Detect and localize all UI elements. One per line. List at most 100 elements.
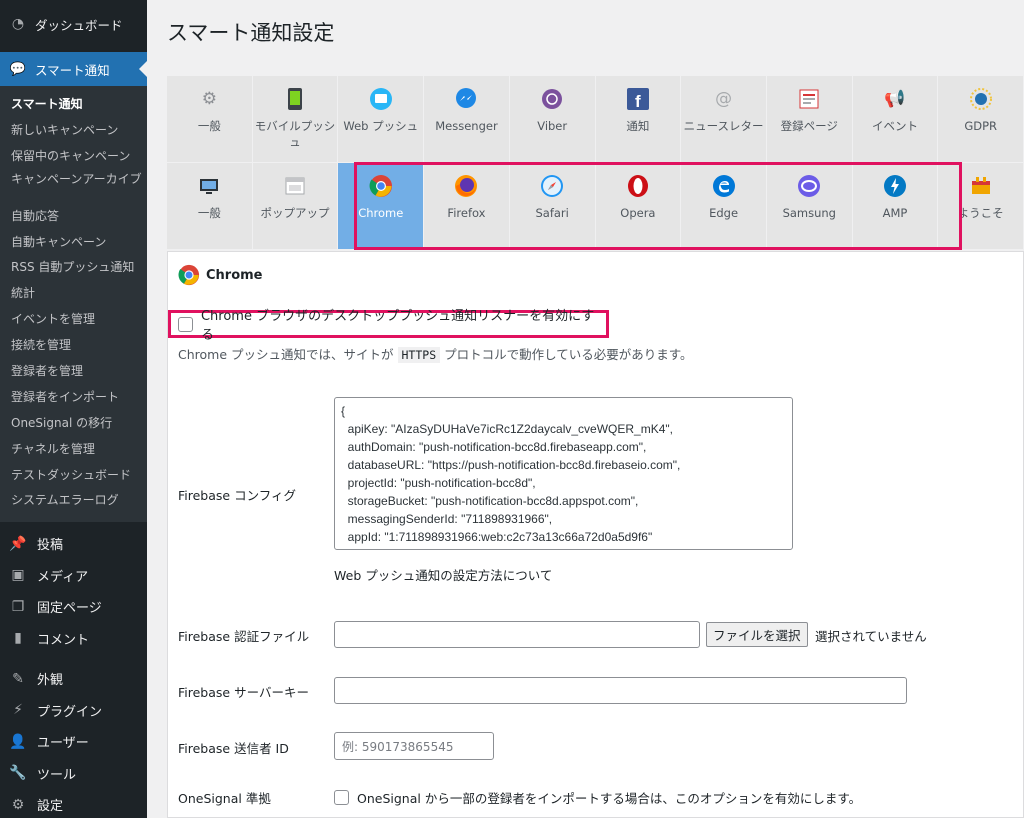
sidebar-item-media[interactable]: ▣ メディア xyxy=(0,560,147,592)
submenu-item[interactable]: OneSignal の移行 xyxy=(0,411,147,437)
submenu-item[interactable]: キャンペーンアーカイブ xyxy=(0,170,147,204)
enable-chrome-checkbox[interactable] xyxy=(178,316,193,332)
chrome-settings-panel: Chrome Chrome ブラウザのデスクトッププッシュ通知リスナーを有効にす… xyxy=(167,251,1024,818)
sidebar-item-comments[interactable]: ▮ コメント xyxy=(0,623,147,655)
submenu-item[interactable]: 新しいキャンペーン xyxy=(0,118,147,144)
admin-sidebar: ◔ ダッシュボード 💬 スマート通知 スマート通知 新しいキャンペーン 保留中の… xyxy=(0,0,147,818)
tab-registration-page[interactable]: 登録ページ xyxy=(766,76,852,162)
form-icon xyxy=(796,86,822,112)
sidebar-item-users[interactable]: 👤 ユーザー xyxy=(0,726,147,758)
submenu-item[interactable]: チャネルを管理 xyxy=(0,437,147,463)
tab-viber[interactable]: Viber xyxy=(509,76,595,162)
submenu-item[interactable]: 自動応答 xyxy=(0,204,147,230)
comment-icon: ▮ xyxy=(14,630,22,647)
sidebar-item-posts[interactable]: 📌 投稿 xyxy=(0,528,147,560)
desktop-gear-icon xyxy=(196,173,222,199)
sidebar-item-label: ダッシュボード xyxy=(35,17,123,33)
tab-label: Messenger xyxy=(435,119,498,133)
tab-label: Edge xyxy=(709,206,739,220)
tab-browser-general[interactable]: 一般 xyxy=(167,163,252,249)
sidebar-item-label: ユーザー xyxy=(37,736,89,752)
auth-file-input[interactable] xyxy=(334,621,700,648)
tab-notification[interactable]: f 通知 xyxy=(595,76,681,162)
media-icon: ▣ xyxy=(11,567,25,584)
enable-chrome-listener-option[interactable]: Chrome ブラウザのデスクトッププッシュ通知リスナーを有効にする xyxy=(168,309,609,343)
sidebar-item-tools[interactable]: 🔧 ツール xyxy=(0,758,147,790)
submenu-item[interactable]: RSS 自動プッシュ通知 xyxy=(0,255,147,281)
tab-samsung[interactable]: Samsung xyxy=(766,163,852,249)
sidebar-item-appearance[interactable]: ✎ 外観 xyxy=(0,663,147,695)
tab-general[interactable]: ⚙ 一般 xyxy=(167,76,252,162)
sidebar-item-label: ツール xyxy=(37,767,77,783)
tab-popup[interactable]: ポップアップ xyxy=(252,163,338,249)
sidebar-item-label: 外観 xyxy=(37,673,64,689)
tab-label: AMP xyxy=(882,206,908,220)
tab-label: Viber xyxy=(537,119,568,133)
howto-link[interactable]: Web プッシュ通知の設定方法について xyxy=(334,565,552,584)
gears-icon: ⚙ xyxy=(201,89,217,109)
sidebar-item-label: 投稿 xyxy=(37,538,64,554)
onesignal-option[interactable]: OneSignal から一部の登録者をインポートする場合は、このオプションを有効… xyxy=(334,788,861,807)
https-note-text: Chrome プッシュ通知では、サイトが xyxy=(178,347,394,362)
onesignal-option-text: OneSignal から一部の登録者をインポートする場合は、このオプションを有効… xyxy=(357,791,862,806)
onesignal-checkbox[interactable] xyxy=(334,790,349,805)
submenu-item[interactable]: 自動キャンペーン xyxy=(0,230,147,256)
tab-label: ようこそ xyxy=(957,206,1004,220)
facebook-icon: f xyxy=(625,86,651,112)
sidebar-item-smart-notification[interactable]: 💬 スマート通知 xyxy=(0,52,147,86)
submenu-item[interactable]: 登録者を管理 xyxy=(0,359,147,385)
dashboard-icon: ◔ xyxy=(11,16,25,32)
choose-file-button[interactable]: ファイルを選択 xyxy=(706,622,808,647)
firebase-config-label: Firebase コンフィグ xyxy=(178,488,296,503)
popup-icon xyxy=(282,173,308,199)
main-content: スマート通知設定 ⚙ 一般 モバイルプッシュ Web プッシュ Messenge… xyxy=(147,0,1024,818)
https-note-text: プロトコルで動作している必要があります。 xyxy=(444,347,693,362)
current-menu-arrow xyxy=(139,61,147,77)
tab-label: Samsung xyxy=(782,206,836,220)
settings-tabs: ⚙ 一般 モバイルプッシュ Web プッシュ Messenger Viber f xyxy=(167,76,1024,250)
pin-icon: 📌 xyxy=(9,535,27,552)
submenu-item[interactable]: 登録者をインポート xyxy=(0,385,147,411)
tab-label: 通知 xyxy=(626,119,650,133)
safari-icon xyxy=(539,173,565,199)
monitor-icon xyxy=(368,86,394,112)
tab-newsletter[interactable]: @ ニュースレター xyxy=(681,76,766,162)
firebase-config-textarea[interactable]: { apiKey: "AIzaSyDUHaVe7icRc1Z2daycalv_c… xyxy=(334,397,793,550)
submenu-item[interactable]: 保留中のキャンペーン xyxy=(0,144,147,170)
sidebar-item-pages[interactable]: ❐ 固定ページ xyxy=(0,591,147,623)
sender-id-label: Firebase 送信者 ID xyxy=(178,741,289,756)
tab-messenger[interactable]: Messenger xyxy=(424,76,509,162)
tab-label: 一般 xyxy=(197,119,221,133)
sidebar-item-plugins[interactable]: ⚡ プラグイン xyxy=(0,695,147,727)
sender-id-input[interactable]: 例: 590173865545 xyxy=(334,732,494,760)
plugin-icon: ⚡ xyxy=(13,702,23,719)
tab-event[interactable]: 📢 イベント xyxy=(852,76,938,162)
tab-opera[interactable]: Opera xyxy=(595,163,681,249)
submenu-item[interactable]: 統計 xyxy=(0,281,147,307)
tab-chrome[interactable]: Chrome xyxy=(338,163,424,249)
chat-bubbles-icon: 💬 xyxy=(9,61,27,77)
tab-firefox[interactable]: Firefox xyxy=(424,163,509,249)
tab-web-push[interactable]: Web プッシュ xyxy=(338,76,424,162)
submenu-item[interactable]: 接続を管理 xyxy=(0,333,147,359)
submenu-item[interactable]: スマート通知 xyxy=(0,92,147,118)
tab-gdpr[interactable]: GDPR xyxy=(938,76,1024,162)
sidebar-item-label: プラグイン xyxy=(37,704,103,720)
sidebar-item-dashboard[interactable]: ◔ ダッシュボード xyxy=(0,0,147,48)
submenu-item[interactable]: システムエラーログ xyxy=(0,488,147,514)
sidebar-item-label: 設定 xyxy=(37,799,64,815)
submenu-item[interactable]: テストダッシュボード xyxy=(0,463,147,489)
tab-safari[interactable]: Safari xyxy=(509,163,595,249)
tab-amp[interactable]: AMP xyxy=(852,163,938,249)
tab-mobile-push[interactable]: モバイルプッシュ xyxy=(252,76,338,162)
tab-edge[interactable]: Edge xyxy=(681,163,766,249)
submenu-item[interactable]: イベントを管理 xyxy=(0,307,147,333)
https-code: HTTPS xyxy=(397,347,441,363)
tab-label: 登録ページ xyxy=(780,119,838,133)
server-key-input[interactable] xyxy=(334,677,907,704)
opera-icon xyxy=(625,173,651,199)
tab-label: Opera xyxy=(620,206,656,220)
sidebar-item-settings[interactable]: ⚙ 設定 xyxy=(0,789,147,818)
tab-welcome[interactable]: ようこそ xyxy=(938,163,1024,249)
brush-icon: ✎ xyxy=(12,670,24,687)
